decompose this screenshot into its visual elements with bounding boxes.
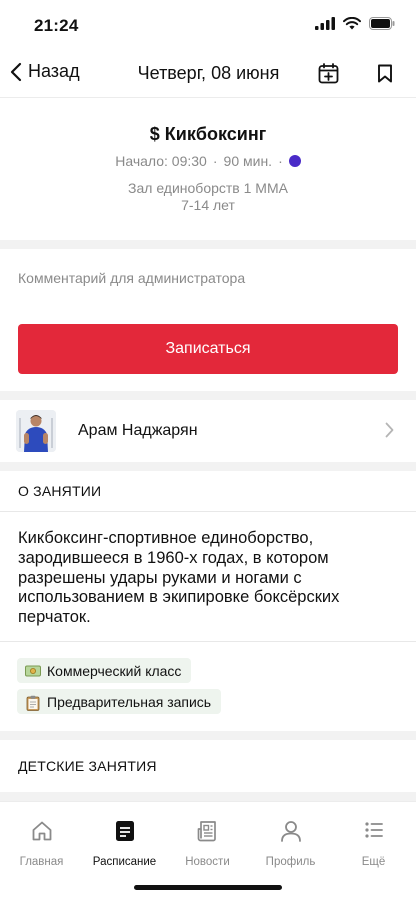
- bookmark-icon: [378, 64, 392, 83]
- schedule-icon: [115, 821, 134, 841]
- section-divider: [0, 391, 416, 400]
- class-hall: Зал единоборств 1 MMA: [128, 180, 288, 196]
- signal-icon: [315, 17, 335, 30]
- class-color-dot: [288, 155, 301, 167]
- status-bar: 21:24: [0, 0, 416, 50]
- tab-schedule[interactable]: Расписание: [83, 820, 166, 868]
- tab-label: Главная: [19, 856, 64, 868]
- section-divider: [0, 462, 416, 471]
- status-icons: [315, 17, 396, 30]
- tab-news[interactable]: Новости: [166, 820, 249, 868]
- status-time: 21:24: [34, 16, 79, 35]
- tab-more[interactable]: Ещё: [332, 820, 415, 868]
- divider: [0, 511, 416, 512]
- chevron-left-icon: [10, 62, 22, 81]
- trainer-name: Арам Наджарян: [78, 422, 198, 439]
- more-icon: [364, 822, 383, 838]
- tab-label: Новости: [185, 856, 230, 868]
- signup-button[interactable]: Записаться: [18, 324, 398, 374]
- clipboard-icon: [25, 695, 41, 711]
- trainer-avatar: [16, 410, 56, 452]
- profile-icon: [280, 821, 301, 842]
- nav-bar: Назад Четверг, 08 июня: [0, 50, 416, 98]
- back-button[interactable]: Назад: [10, 61, 80, 82]
- home-icon: [32, 821, 51, 841]
- admin-comment-input[interactable]: [0, 249, 416, 307]
- tab-label: Расписание: [92, 856, 157, 868]
- section-divider: [0, 731, 416, 740]
- add-to-calendar-button[interactable]: [318, 63, 339, 89]
- tab-home[interactable]: Главная: [0, 820, 83, 868]
- class-duration: 90 мин.: [223, 153, 273, 169]
- section-divider: [0, 792, 416, 801]
- class-meta: Начало: 09:30 · 90 мин. ·: [0, 153, 416, 169]
- about-section-header: О ЗАНЯТИИ: [18, 483, 102, 499]
- class-start-time: Начало: 09:30: [115, 153, 207, 169]
- news-icon: [197, 821, 216, 842]
- wifi-icon: [343, 17, 361, 30]
- tag-label: Предварительная запись: [47, 693, 212, 710]
- section-divider: [0, 240, 416, 249]
- tab-label: Ещё: [361, 856, 386, 868]
- tab-profile[interactable]: Профиль: [249, 820, 332, 868]
- class-title: $ Кикбоксинг: [149, 124, 267, 144]
- home-indicator: [134, 885, 282, 890]
- back-label: Назад: [28, 61, 80, 81]
- tag-label: Коммерческий класс: [47, 662, 182, 679]
- chevron-right-icon: [385, 422, 394, 438]
- meta-separator: ·: [278, 153, 283, 169]
- tab-label: Профиль: [265, 856, 316, 868]
- calendar-add-icon: [318, 63, 339, 84]
- trainer-row[interactable]: Арам Наджарян: [0, 400, 416, 462]
- money-icon: [25, 664, 41, 678]
- kids-section-header[interactable]: ДЕТСКИЕ ЗАНЯТИЯ: [0, 746, 416, 786]
- tag-prebooking: Предварительная запись: [17, 689, 222, 714]
- class-header: $ Кикбоксинг Начало: 09:30 · 90 мин. · З…: [0, 98, 416, 240]
- about-text: Кикбоксинг-спортивное единоборство, заро…: [18, 529, 340, 627]
- class-age: 7-14 лет: [181, 197, 235, 213]
- page-title-text: Четверг, 08 июня: [137, 63, 280, 83]
- bookmark-button[interactable]: [377, 64, 393, 88]
- tag-commercial-class: Коммерческий класс: [17, 658, 192, 683]
- battery-icon: [369, 17, 395, 30]
- meta-separator: ·: [212, 153, 218, 169]
- divider: [0, 641, 416, 642]
